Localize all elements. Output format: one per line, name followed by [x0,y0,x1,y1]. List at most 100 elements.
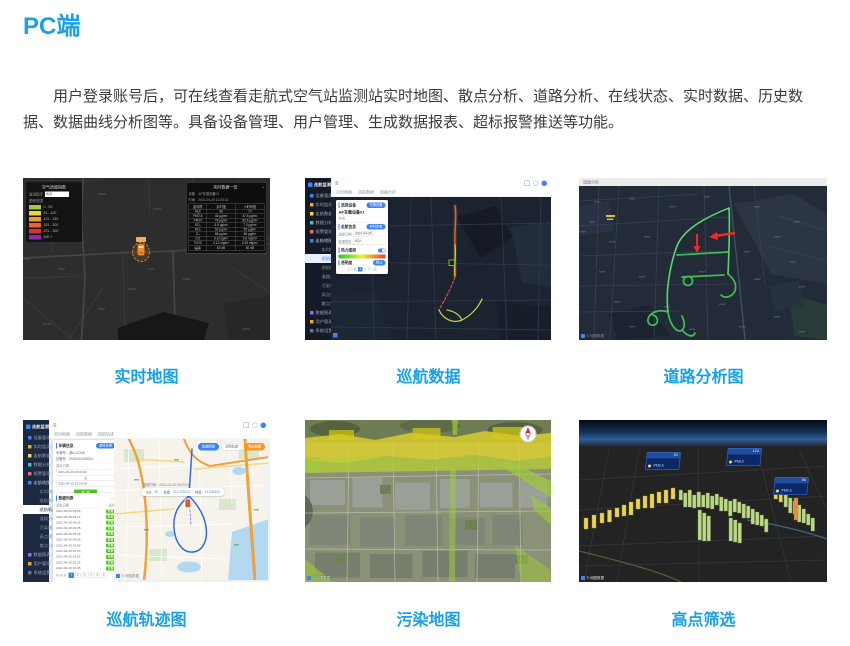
section-title: 走航信息 [339,224,357,230]
tab[interactable]: 巡航数据 [358,190,374,196]
factor-input[interactable]: AQI [45,192,69,198]
switch-device-button[interactable]: 切换设备 [367,203,386,209]
tab[interactable]: 实时地图 [54,432,70,438]
sidebar-item[interactable]: 系统设置 [23,568,49,577]
sidebar-item[interactable]: 数据分析 [305,218,331,227]
next-page[interactable]: 下一页 [367,267,376,272]
sidebar-item[interactable]: 散点分析 [23,541,49,550]
screenshot-realtime-map: 空气质量指数 监测因子 AQI 图例范围 0 - 50 51 - 100 101… [23,178,270,340]
sidebar-item[interactable]: 走航地图 ▾ [305,236,331,245]
page-button[interactable]: 5 [95,573,101,579]
type-select[interactable]: AQI [353,239,363,245]
time-meta: 时间：2021-04-25 10:25:30 [189,197,265,202]
legend-range: 101 - 150 [44,218,59,222]
sidebar-item[interactable]: 高点筛选 [23,532,49,541]
tab[interactable]: 巡航轨迹 [98,432,114,438]
fullscreen-icon[interactable] [244,422,250,428]
device-card: 选择设备 切换设备 AP车载设备01 在线 走航信息 实时走航 选择日期 202… [336,200,388,247]
hamburger-icon[interactable]: ≡ [53,422,57,429]
sidebar-item[interactable]: 高点筛选 [305,290,331,299]
sidebar-item[interactable]: 走航地图 ▾ [23,478,49,487]
sidebar-menu: 设备管理 实时监测 走航数据 数据分析 [23,433,49,577]
page-button[interactable]: 1 [69,573,75,579]
map-action-button[interactable]: 清除轨迹 [221,443,242,451]
tab[interactable]: 巡航数据 [76,432,92,438]
sidebar-item[interactable]: 系统设置 [305,326,331,335]
sidebar-menu: 设备管理 实时监测 走航数据 数据分析 [305,191,331,335]
sidebar-item[interactable]: 污染地图 [305,281,331,290]
start-date-input[interactable]: 2021-04-25 00:00:00 [56,469,115,476]
sidebar-item[interactable]: 道路分析 [305,272,331,281]
menu-item-label: 系统设置 [316,328,333,334]
live-cruise-button[interactable]: 实时走航 [367,224,386,230]
avatar[interactable] [542,180,548,186]
heatmap-toggle[interactable] [378,248,386,252]
sidebar-item[interactable]: 实时地图 [305,245,331,254]
prev-page[interactable]: 上一页 [347,267,356,272]
opacity-button[interactable]: 默认 [373,260,386,266]
menu-item-icon [310,203,314,207]
message-icon[interactable] [252,422,258,428]
sidebar-item[interactable]: 实时地图 [23,487,49,496]
satellite-map-graphic [305,420,551,582]
sidebar-item[interactable]: 走航数据 [23,451,49,460]
app-sidebar: 走航监测系统 设备管理 实时监测 走航数据 [305,178,331,340]
tab[interactable]: 道路分析 [380,190,396,196]
legend-title: 空气质量指数 [29,185,79,191]
sidebar-item[interactable]: 散点分析 [305,299,331,308]
message-icon[interactable] [533,180,539,186]
cruise-timestamp: 2021-04-25 09:35 [56,527,80,531]
menu-item-icon [28,463,32,467]
sidebar-item[interactable]: 数据报表 ▾ [23,550,49,559]
sidebar-item[interactable]: 巡航轨迹 [23,505,49,514]
logo-icon [26,424,31,429]
data-list-card: 数据列表 ⤢ 巡航日期 操作 2021-04-25 09:05 查看 2021-… [53,493,118,582]
close-icon[interactable]: × [262,185,264,190]
table-row: SO₂ 6.5 µg/m³ 7.0 µg/m³ [189,223,265,228]
sidebar-item[interactable]: 实时监测 [23,442,49,451]
end-date-input[interactable]: 2021-04-25 23:59:59 [56,481,115,488]
zoom-control[interactable] [333,333,338,338]
tab[interactable]: 实时地图 [336,190,352,196]
select-vehicle-button[interactable]: 选择车辆 [96,443,115,449]
page-button[interactable]: 3 [82,573,88,579]
sidebar-item[interactable]: 报警管理 [305,227,331,236]
sidebar-item[interactable]: 报警管理 [23,469,49,478]
sidebar-item[interactable]: 设备管理 [305,191,331,200]
sidebar-item[interactable]: 数据报表 ▾ [305,308,331,317]
fullscreen-icon[interactable] [525,180,531,186]
sidebar-item[interactable]: 道路分析 [23,514,49,523]
sidebar-item[interactable]: 巡航数据 [305,254,331,263]
page-2[interactable]: 2 [364,268,366,272]
toolbar-label: 道路分析 [583,179,599,185]
legend-swatch [29,229,41,234]
bar-tooltip: 53 PM2.5 [645,452,681,470]
sidebar-item[interactable]: 数据分析 [23,460,49,469]
pagination: 共 86 条 123456 [56,573,115,579]
sidebar-item[interactable]: 巡航数据 [23,496,49,505]
page-button[interactable]: 2 [75,573,81,579]
range-label: 图例范围 [29,199,43,204]
date-input[interactable]: 2021-04-25 [353,231,374,237]
vehicle-marker[interactable] [185,499,191,508]
hamburger-icon[interactable]: ≡ [335,180,339,187]
sidebar-item[interactable]: 用户管理 [305,317,331,326]
3d-bars-map-graphic [579,420,827,582]
menu-item-icon [310,212,314,216]
sidebar-item[interactable]: 污染地图 [23,523,49,532]
sidebar-item[interactable]: 巡航轨迹 [305,263,331,272]
page-button[interactable]: 4 [88,573,94,579]
sidebar-item[interactable]: 设备管理 [23,433,49,442]
page-1[interactable]: 1 [358,267,363,272]
cell-realtime: 62 dB [207,245,236,251]
avatar[interactable] [261,422,267,428]
map-action-button[interactable]: 轨迹回放 [198,443,219,451]
compass-icon[interactable] [520,426,536,442]
sidebar-item[interactable]: 用户管理 [23,559,49,568]
sidebar-item[interactable]: 实时监测 [305,200,331,209]
map-attribution: © 地图数据 [581,334,604,339]
map-action-button[interactable]: 导出数据 [244,443,265,451]
map-attribution: © 地图数据 [581,576,604,581]
sidebar-item[interactable]: 走航数据 [305,209,331,218]
page-button[interactable]: 6 [101,573,107,579]
